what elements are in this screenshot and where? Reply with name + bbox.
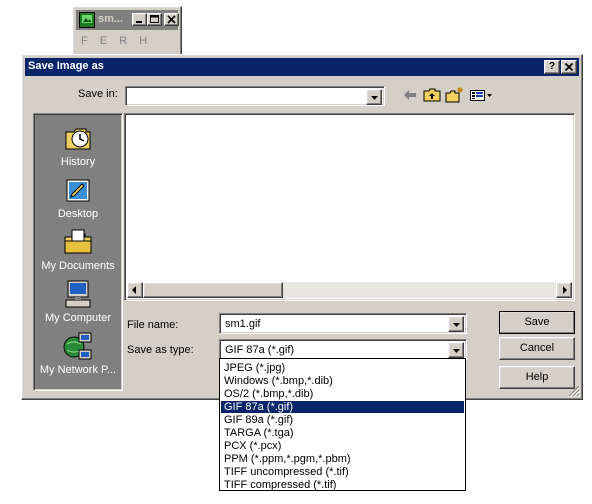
- type-option[interactable]: JPEG (*.jpg): [221, 362, 464, 374]
- close-button[interactable]: [164, 13, 179, 26]
- back-button[interactable]: [399, 85, 421, 105]
- dialog-title: Save Image as: [28, 60, 104, 72]
- type-option[interactable]: TIFF compressed (*.tif): [221, 479, 464, 491]
- save-as-type-dropdown-button[interactable]: [448, 342, 464, 358]
- file-name-dropdown-button[interactable]: [448, 316, 464, 332]
- help-button[interactable]: Help: [499, 366, 575, 389]
- up-folder-icon: [423, 88, 441, 102]
- file-name-label: File name:: [127, 319, 179, 331]
- my-computer-icon: [65, 280, 91, 308]
- scroll-right-button[interactable]: [556, 282, 572, 298]
- view-menu-button[interactable]: [467, 85, 495, 105]
- resize-grip-icon[interactable]: [568, 385, 580, 397]
- my-documents-icon: [64, 229, 92, 254]
- menu-help[interactable]: H: [139, 35, 147, 47]
- menu-edit[interactable]: E: [100, 35, 107, 47]
- type-option[interactable]: GIF 89a (*.gif): [221, 414, 464, 426]
- close-icon: [564, 62, 574, 72]
- place-label: My Documents: [41, 260, 115, 272]
- maximize-icon: [150, 15, 159, 23]
- save-as-type-dropdown-list[interactable]: JPEG (*.jpg) Windows (*.bmp,*.dib) OS/2 …: [219, 358, 466, 491]
- save-in-dropdown-button[interactable]: [366, 89, 382, 105]
- background-window-titlebar[interactable]: sm...: [76, 10, 179, 30]
- type-option[interactable]: PPM (*.ppm,*.pgm,*.pbm): [221, 453, 464, 465]
- scroll-left-button[interactable]: [127, 282, 143, 298]
- background-window: sm... F E R H: [72, 6, 182, 56]
- menu-file[interactable]: F: [81, 35, 88, 47]
- type-option[interactable]: TARGA (*.tga): [221, 427, 464, 439]
- horizontal-scrollbar[interactable]: [127, 282, 572, 298]
- background-window-menubar: F E R H: [81, 35, 156, 47]
- maximize-button[interactable]: [147, 13, 162, 26]
- save-as-type-label: Save as type:: [127, 344, 194, 356]
- save-button[interactable]: Save: [499, 311, 575, 334]
- place-my-network-places[interactable]: My Network P...: [34, 330, 122, 376]
- save-as-type-combobox[interactable]: GIF 87a (*.gif): [219, 339, 467, 360]
- menu-r[interactable]: R: [119, 35, 127, 47]
- minimize-button[interactable]: [132, 13, 147, 26]
- type-option[interactable]: PCX (*.pcx): [221, 440, 464, 452]
- chevron-down-icon: [371, 96, 378, 100]
- background-window-title: sm...: [98, 13, 124, 25]
- place-history[interactable]: History: [34, 122, 122, 168]
- save-in-combobox[interactable]: [125, 86, 385, 106]
- dialog-titlebar[interactable]: Save Image as ?: [25, 58, 579, 76]
- type-option[interactable]: OS/2 (*.bmp,*.dib): [221, 388, 464, 400]
- create-new-folder-button[interactable]: [443, 85, 465, 105]
- file-name-combobox[interactable]: sm1.gif: [219, 313, 467, 334]
- close-icon: [167, 15, 176, 24]
- up-one-level-button[interactable]: [421, 85, 443, 105]
- back-arrow-icon: [404, 90, 416, 100]
- help-icon: ?: [548, 61, 556, 72]
- cancel-button[interactable]: Cancel: [499, 337, 575, 360]
- save-as-type-value: GIF 87a (*.gif): [225, 344, 295, 356]
- chevron-down-icon: [453, 323, 460, 327]
- save-image-dialog: Save Image as ? Save in: History Desktop…: [21, 54, 583, 400]
- view-menu-icon: [470, 90, 492, 101]
- places-bar: History Desktop My Documents My Computer…: [33, 113, 123, 391]
- save-in-label: Save in:: [78, 88, 118, 100]
- context-help-button[interactable]: ?: [544, 60, 560, 74]
- type-option[interactable]: TIFF uncompressed (*.tif): [221, 466, 464, 478]
- place-label: Desktop: [57, 208, 99, 220]
- place-my-documents[interactable]: My Documents: [34, 226, 122, 272]
- place-label: History: [60, 156, 96, 168]
- place-desktop[interactable]: Desktop: [34, 174, 122, 220]
- type-option[interactable]: GIF 87a (*.gif): [221, 401, 464, 413]
- chevron-down-icon: [453, 349, 460, 353]
- chevron-left-icon: [132, 286, 136, 294]
- file-list[interactable]: [124, 113, 575, 301]
- desktop-icon: [66, 179, 90, 202]
- my-network-places-icon: [63, 332, 92, 360]
- history-icon: [65, 128, 91, 150]
- new-folder-icon: [445, 87, 463, 103]
- file-name-value: sm1.gif: [225, 318, 261, 330]
- place-label: My Computer: [44, 312, 112, 324]
- place-my-computer[interactable]: My Computer: [34, 278, 122, 324]
- app-icon: [79, 12, 95, 28]
- minimize-icon: [136, 21, 142, 23]
- chevron-right-icon: [563, 286, 567, 294]
- dialog-close-button[interactable]: [561, 60, 577, 74]
- type-option[interactable]: Windows (*.bmp,*.dib): [221, 375, 464, 387]
- place-label: My Network P...: [39, 364, 117, 376]
- scrollbar-thumb[interactable]: [143, 282, 283, 298]
